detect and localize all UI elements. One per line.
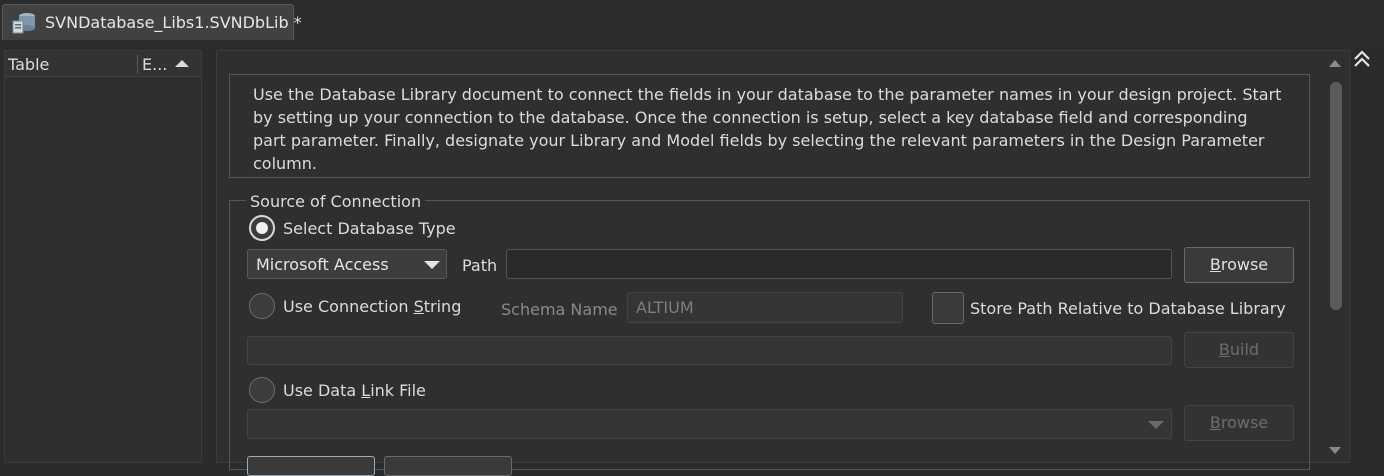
- scroll-thumb[interactable]: [1330, 82, 1342, 310]
- document-tab-title: SVNDatabase_Libs1.SVNDbLib *: [45, 13, 302, 32]
- use-data-link-file-radio[interactable]: [249, 377, 275, 403]
- database-library-icon: [12, 13, 35, 34]
- select-database-type-radio[interactable]: [249, 215, 275, 241]
- bottom-button-2[interactable]: [384, 456, 512, 476]
- schema-name-input[interactable]: ALTIUM: [627, 292, 903, 323]
- browse-data-link-button[interactable]: Browse: [1184, 405, 1294, 441]
- path-input[interactable]: [506, 249, 1172, 279]
- info-text: Use the Database Library document to con…: [253, 85, 1282, 173]
- store-path-relative-label[interactable]: Store Path Relative to Database Library: [970, 299, 1286, 318]
- data-link-file-dropdown[interactable]: [247, 409, 1172, 439]
- database-type-dropdown[interactable]: Microsoft Access: [247, 249, 447, 279]
- chevron-down-icon: [424, 261, 440, 269]
- document-tab-bar: SVNDatabase_Libs1.SVNDbLib *: [0, 0, 1384, 42]
- use-data-link-file-label[interactable]: Use Data Link File: [283, 381, 426, 400]
- column-header-table[interactable]: Table: [8, 55, 49, 74]
- scroll-down-icon[interactable]: [1329, 447, 1341, 454]
- document-tab[interactable]: SVNDatabase_Libs1.SVNDbLib *: [2, 4, 302, 40]
- sort-ascending-icon[interactable]: [175, 60, 189, 67]
- scroll-up-icon[interactable]: [1329, 60, 1341, 67]
- collapse-up-icon[interactable]: [1350, 48, 1374, 72]
- bottom-button-1[interactable]: [247, 456, 375, 476]
- table-list-panel: Table E...: [4, 50, 202, 463]
- use-connection-string-label[interactable]: Use Connection String: [283, 297, 461, 316]
- connection-string-input[interactable]: [247, 336, 1172, 365]
- chevron-down-icon: [1148, 421, 1164, 429]
- column-divider[interactable]: [137, 55, 138, 73]
- table-list-header: Table E...: [5, 51, 201, 77]
- group-title: Source of Connection: [246, 192, 426, 211]
- store-path-relative-checkbox[interactable]: [932, 292, 964, 324]
- use-connection-string-radio[interactable]: [249, 293, 275, 319]
- build-button[interactable]: Build: [1184, 332, 1294, 368]
- column-header-enabled[interactable]: E...: [142, 55, 167, 74]
- schema-name-value: ALTIUM: [636, 298, 694, 317]
- database-type-value: Microsoft Access: [256, 255, 389, 274]
- info-box: Use the Database Library document to con…: [229, 74, 1310, 178]
- path-label: Path: [462, 256, 498, 275]
- schema-name-label: Schema Name: [501, 300, 618, 319]
- browse-button[interactable]: Browse: [1184, 247, 1294, 283]
- vertical-scrollbar[interactable]: [1326, 54, 1346, 463]
- select-database-type-label[interactable]: Select Database Type: [283, 219, 456, 238]
